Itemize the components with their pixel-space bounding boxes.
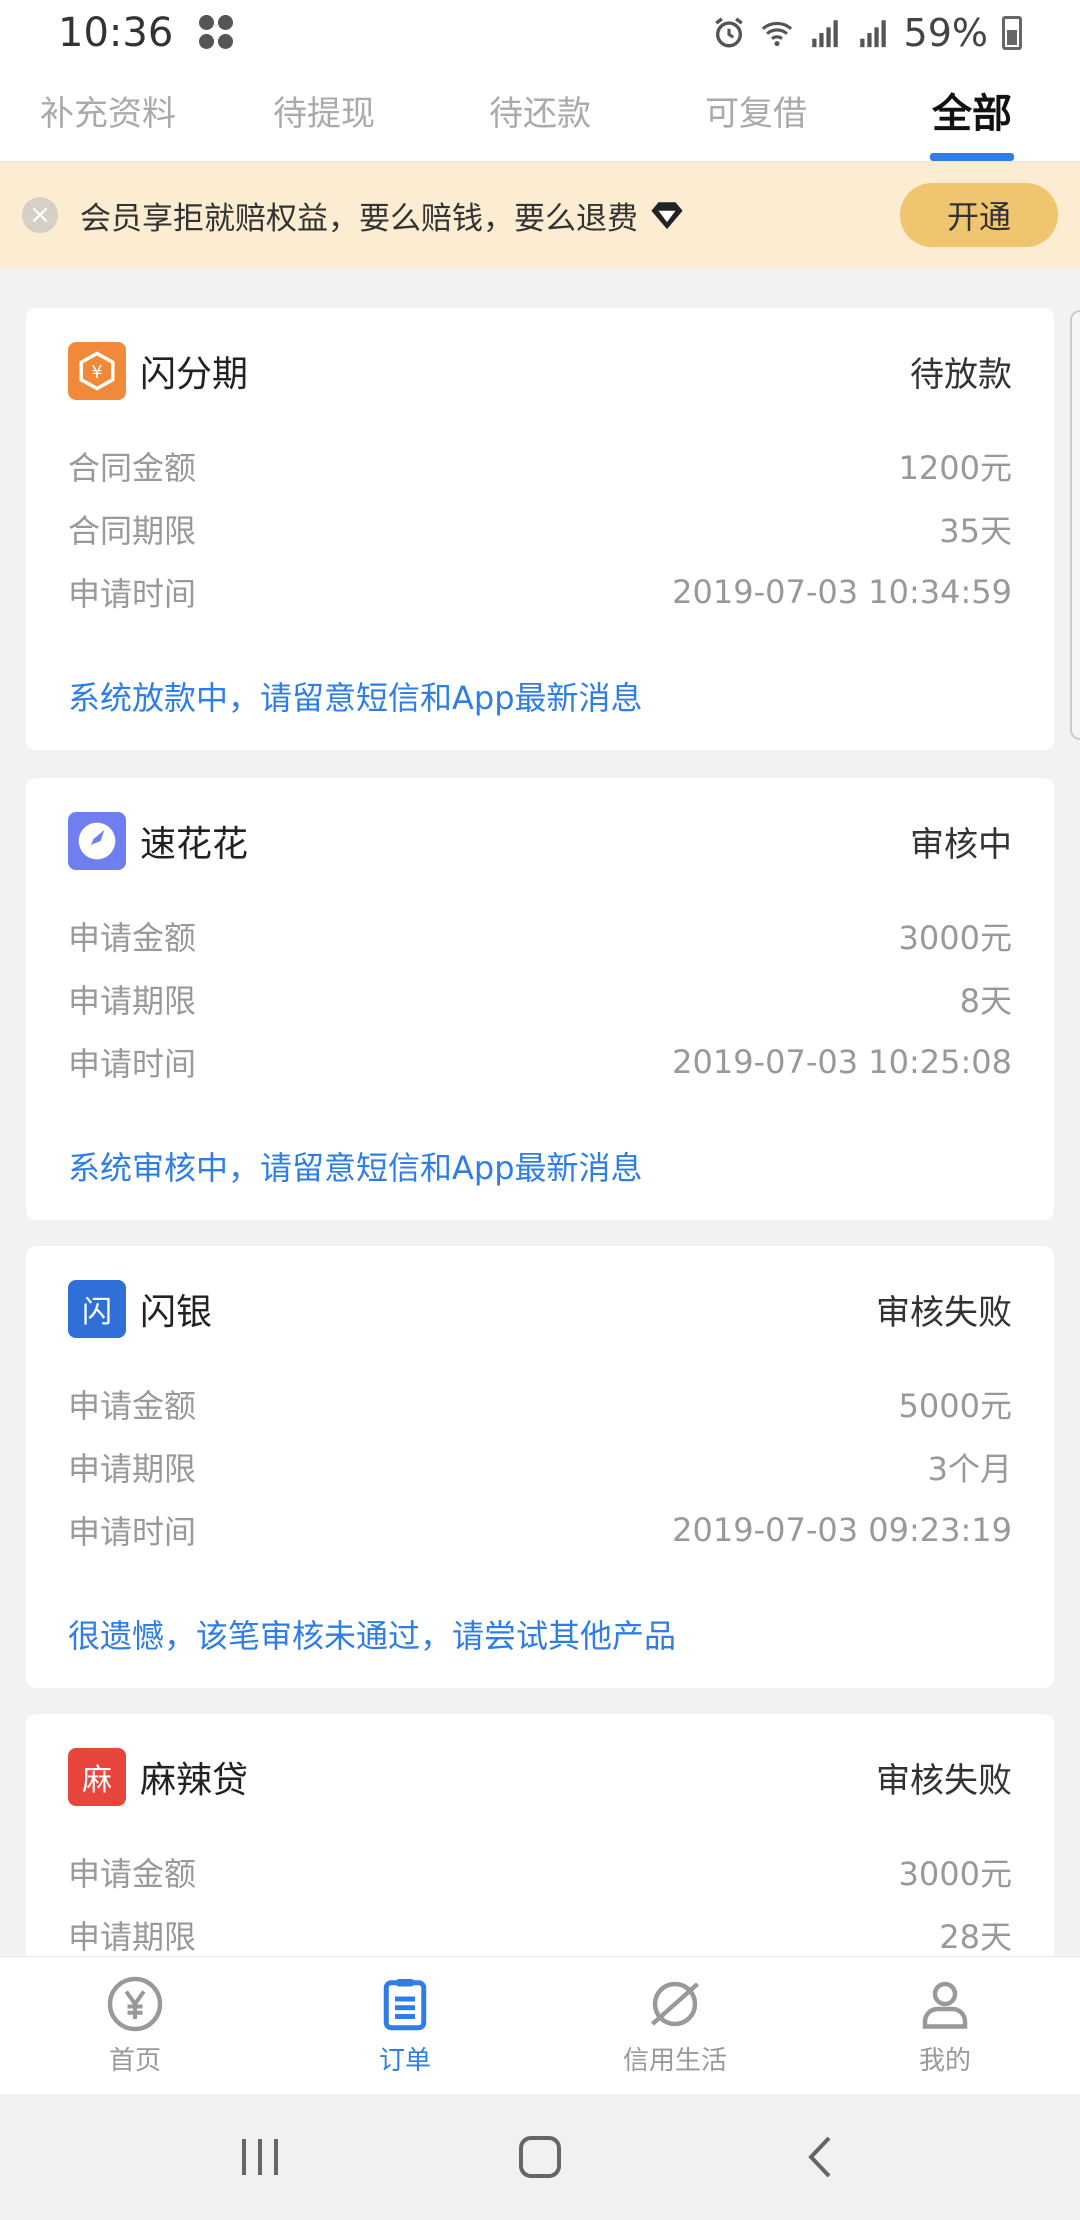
app-logo-icon: 闪: [68, 1280, 126, 1338]
row-value: 28天: [939, 1917, 1012, 1956]
nav-label: 信用生活: [622, 2046, 727, 2076]
tab-reborrow[interactable]: 可复借: [648, 66, 864, 161]
nav-label: 我的: [918, 2046, 971, 2076]
info-row: 合同金额 1200元: [68, 434, 1012, 497]
info-row: 申请金额 5000元: [68, 1372, 1012, 1435]
signal-icon: [811, 20, 838, 48]
clipboard-icon: [383, 1979, 427, 2031]
order-list: ¥ 闪分期 待放款 合同金额 1200元 合同期限 35天 申请时间 2019-07-…: [0, 268, 1080, 1956]
row-label: 申请金额: [68, 1854, 197, 1893]
product-name: 速花花: [140, 824, 249, 865]
info-row: 申请金额 3000元: [68, 1840, 1012, 1903]
row-value: 1200元: [898, 448, 1012, 487]
recents-icon: [242, 2139, 278, 2175]
nav-mine[interactable]: 我的: [810, 1957, 1080, 2094]
info-row: 申请期限 8天: [68, 967, 1012, 1030]
order-status: 待放款: [910, 354, 1012, 395]
info-row: 合同期限 35天: [68, 497, 1012, 560]
tab-pending-repayment[interactable]: 待还款: [432, 66, 648, 161]
planet-icon: [651, 1981, 699, 2027]
order-note: 系统放款中，请留意短信和App最新消息: [68, 679, 643, 717]
row-label: 申请期限: [68, 1449, 197, 1488]
notification-dots-icon: [199, 15, 235, 51]
tab-pending-withdrawal[interactable]: 待提现: [216, 66, 432, 161]
info-row: 申请期限 28天: [68, 1903, 1012, 1956]
product-name: 闪分期: [140, 354, 249, 395]
row-value: 8天: [959, 981, 1012, 1020]
order-card[interactable]: 闪 闪银 审核失败 申请金额 5000元 申请期限 3个月 申请时间 2019-07-…: [26, 1246, 1054, 1688]
order-note: 很遗憾，该笔审核未通过，请尝试其他产品: [68, 1617, 677, 1655]
alarm-icon: [714, 17, 743, 48]
recents-button[interactable]: [230, 2127, 290, 2187]
tab-all[interactable]: 全部: [864, 66, 1080, 161]
row-value: 2019-07-03 10:34:59: [672, 572, 1012, 611]
membership-banner: × 会员享拒就赔权益，要么赔钱，要么退费 开通: [0, 162, 1080, 268]
battery-icon: [1002, 16, 1022, 50]
order-card[interactable]: 速花花 审核中 申请金额 3000元 申请期限 8天 申请时间 2019-07-03 …: [26, 778, 1054, 1220]
status-time: 10:36: [58, 10, 174, 56]
tab-supplement-info[interactable]: 补充资料: [0, 66, 216, 161]
back-button[interactable]: [790, 2127, 850, 2187]
row-value: 3个月: [927, 1449, 1012, 1488]
nav-credit-life[interactable]: 信用生活: [540, 1957, 810, 2094]
yen-circle-icon: [107, 1976, 163, 2032]
info-row: 申请时间 2019-07-03 09:23:19: [68, 1498, 1012, 1561]
nav-label: 订单: [378, 2046, 431, 2076]
signal-icon-2: [859, 20, 886, 48]
order-status: 审核失败: [876, 1292, 1012, 1333]
row-value: 3000元: [898, 1854, 1012, 1893]
row-label: 合同金额: [68, 448, 197, 487]
banner-text: 会员享拒就赔权益，要么赔钱，要么退费: [80, 200, 638, 237]
user-icon: [922, 1981, 968, 2029]
activate-button[interactable]: 开通: [900, 183, 1058, 247]
order-tabs: 补充资料 待提现 待还款 可复借 全部: [0, 66, 1080, 162]
diamond-icon: [651, 202, 683, 230]
row-value: 35天: [939, 511, 1012, 550]
row-label: 申请金额: [68, 1386, 197, 1425]
system-nav-bar: [0, 2094, 1080, 2220]
row-label: 申请期限: [68, 981, 197, 1020]
svg-text:¥: ¥: [91, 363, 102, 383]
home-icon: [519, 2136, 561, 2178]
wifi-icon: [761, 21, 792, 47]
order-card[interactable]: 麻 麻辣贷 审核失败 申请金额 3000元 申请期限 28天: [26, 1714, 1054, 1956]
info-row: 申请时间 2019-07-03 10:25:08: [68, 1030, 1012, 1093]
row-label: 合同期限: [68, 511, 197, 550]
row-value: 3000元: [898, 918, 1012, 957]
nav-home[interactable]: 首页: [0, 1957, 270, 2094]
info-row: 申请期限 3个月: [68, 1435, 1012, 1498]
status-bar: 10:36 59%: [0, 0, 1080, 66]
nav-label: 首页: [108, 2046, 161, 2076]
order-status: 审核失败: [876, 1760, 1012, 1801]
info-row: 申请金额 3000元: [68, 904, 1012, 967]
row-label: 申请金额: [68, 918, 197, 957]
back-icon: [808, 2136, 831, 2178]
home-button[interactable]: [510, 2127, 570, 2187]
row-label: 申请时间: [68, 574, 197, 613]
app-logo-icon: 麻: [68, 1748, 126, 1806]
info-row: 申请时间 2019-07-03 10:34:59: [68, 560, 1012, 623]
scrollbar[interactable]: [1070, 310, 1080, 740]
row-label: 申请时间: [68, 1044, 197, 1083]
bottom-nav: 首页 订单 信用生活 我的: [0, 1956, 1080, 2094]
row-value: 2019-07-03 09:23:19: [672, 1510, 1012, 1549]
row-value: 5000元: [898, 1386, 1012, 1425]
battery-percent: 59%: [903, 11, 988, 55]
app-logo-icon: ¥: [68, 342, 126, 400]
product-name: 闪银: [140, 1292, 213, 1333]
order-note: 系统审核中，请留意短信和App最新消息: [68, 1149, 643, 1187]
row-label: 申请期限: [68, 1917, 197, 1956]
order-status: 审核中: [910, 824, 1012, 865]
row-label: 申请时间: [68, 1512, 197, 1551]
app-logo-icon: [68, 812, 126, 870]
order-card[interactable]: ¥ 闪分期 待放款 合同金额 1200元 合同期限 35天 申请时间 2019-07-…: [26, 308, 1054, 750]
product-name: 麻辣贷: [140, 1760, 249, 1801]
nav-orders[interactable]: 订单: [270, 1957, 540, 2094]
close-icon[interactable]: ×: [22, 197, 58, 233]
row-value: 2019-07-03 10:25:08: [672, 1042, 1012, 1081]
